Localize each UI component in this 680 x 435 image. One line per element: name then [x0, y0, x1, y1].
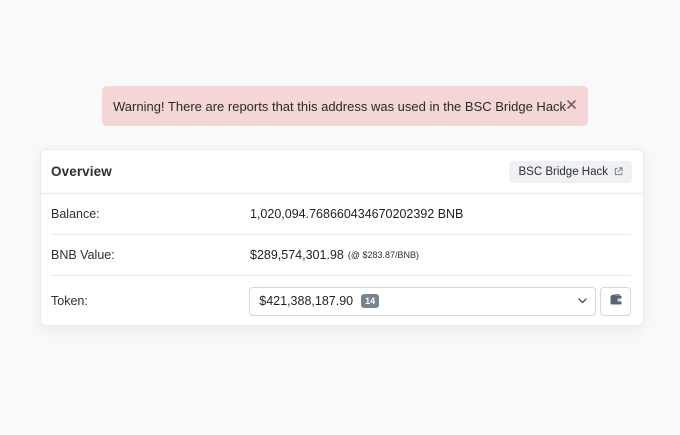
bnb-value-row: BNB Value: $289,574,301.98 (@ $283.87/BN…: [51, 235, 631, 275]
overview-card: Overview BSC Bridge Hack Balance: 1,020,…: [40, 149, 644, 326]
token-row: Token: $421,388,187.90 14: [51, 276, 631, 326]
bsc-bridge-hack-tag-button[interactable]: BSC Bridge Hack: [508, 160, 632, 183]
close-icon[interactable]: [566, 97, 576, 111]
token-total-value: $421,388,187.90: [259, 294, 354, 308]
token-label: Token:: [51, 294, 88, 308]
balance-row: Balance: 1,020,094.768660434670202392 BN…: [51, 194, 631, 234]
close-icon-glyph: [566, 99, 576, 109]
balance-label: Balance:: [51, 207, 100, 221]
warning-alert-text: Warning! There are reports that this add…: [113, 98, 567, 114]
wallet-icon: [610, 293, 622, 308]
external-link-icon: [614, 167, 623, 176]
overview-title: Overview: [51, 164, 112, 179]
tag-button-label: BSC Bridge Hack: [518, 165, 608, 178]
balance-value: 1,020,094.768660434670202392 BNB: [250, 207, 464, 221]
chevron-down-icon: [578, 298, 587, 304]
bnb-price-note: (@ $283.87/BNB): [347, 250, 420, 260]
token-holdings-dropdown[interactable]: $421,388,187.90 14: [249, 286, 597, 316]
bnb-value-amount: $289,574,301.98: [250, 248, 344, 262]
overview-card-header: Overview BSC Bridge Hack: [41, 150, 643, 194]
wallet-button[interactable]: [600, 286, 631, 316]
bnb-value-label: BNB Value:: [51, 248, 115, 262]
token-count-badge: 14: [361, 294, 380, 308]
warning-alert: Warning! There are reports that this add…: [102, 86, 588, 126]
